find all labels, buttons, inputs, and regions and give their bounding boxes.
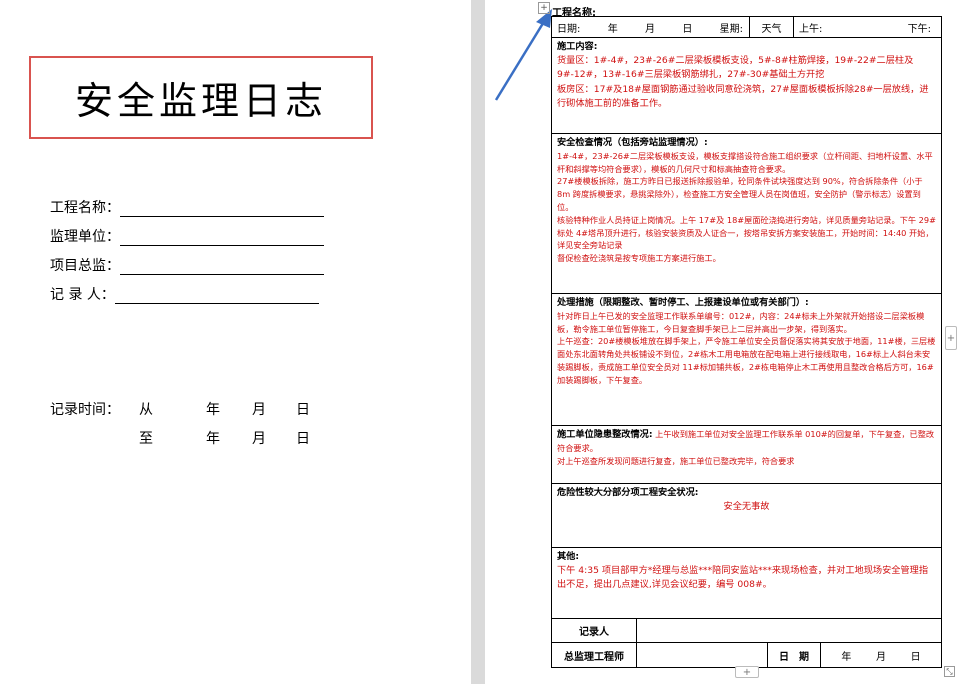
section-other[interactable]: 其他: 下午 4:35 项目部甲方*经理与总监***陪同安监站***来现场检查，… (552, 548, 941, 619)
safety-line: 27#楼模板拆除，施工方昨日已报送拆除报验单，砼同条件试块强度达到 90%，符合… (557, 176, 923, 212)
field-label: 记 录 人： (50, 287, 115, 303)
record-from: 从 (139, 402, 153, 418)
record-day: 日 (296, 431, 310, 447)
section-dangerous-works[interactable]: 危险性较大分部分项工程安全状况: 安全无事故 (552, 484, 941, 548)
record-year: 年 (206, 402, 220, 418)
field-supervision-unit: 监理单位： (50, 226, 324, 246)
cover-title: 安全监理日志 (74, 79, 327, 123)
chief-engineer-label: 总监理工程师 (552, 643, 637, 667)
field-label: 项目总监： (50, 258, 120, 274)
log-table: 日期: 年 月 日 星期: 天气 上午: 下午: 施工内容: 货量区：1#-4#… (551, 16, 942, 668)
field-label: 工程名称： (50, 200, 120, 216)
recorder-field[interactable] (637, 619, 941, 642)
sign-date-field[interactable]: 年 月 日 (821, 643, 941, 667)
chief-engineer-field[interactable] (637, 643, 768, 667)
other-line: 下午 4:35 项目部甲方*经理与总监***陪同安监站***来现场检查，并对工地… (557, 565, 929, 591)
weather-cell: 天气 (749, 17, 793, 37)
safety-line: 督促检查砼浇筑是按专项施工方案进行施工。 (557, 253, 721, 264)
sign-date-label: 日 期 (768, 643, 821, 667)
chief-engineer-row: 总监理工程师 日 期 年 月 日 (552, 643, 941, 667)
recorder-label: 记录人 (552, 619, 637, 642)
record-time-label: 记录时间： (50, 402, 120, 418)
field-blank[interactable] (120, 231, 324, 246)
table-resize-handle-icon[interactable]: ⤡ (944, 666, 955, 677)
record-year: 年 (206, 431, 220, 447)
add-row-icon[interactable]: + (735, 666, 759, 678)
field-label: 监理单位： (50, 229, 120, 245)
construction-line: 板房区：17#及18#屋面钢筋通过验收同意砼浇筑，27#屋面板模板拆除28#一层… (557, 83, 929, 109)
construction-line: 货量区：1#-4#，23#-26#二层梁板模板支设，5#-8#柱筋焊接，19#-… (557, 55, 914, 81)
field-blank[interactable] (120, 202, 324, 217)
dangerous-status: 安全无事故 (723, 501, 770, 513)
annotation-arrow-icon (494, 9, 552, 101)
date-cell[interactable]: 日期: 年 月 日 星期: (552, 17, 749, 37)
field-project-director: 项目总监： (50, 255, 324, 275)
rectification-line: 对上午巡查所发现问题进行复查，施工单位已整改完毕，符合要求 (557, 455, 795, 466)
am-pm-cell[interactable]: 上午: 下午: (793, 17, 941, 37)
cover-page: 安全监理日志 工程名称： 监理单位： 项目总监： 记 录 人： 记录时间： 从 … (0, 0, 471, 684)
section-safety-inspection[interactable]: 安全检查情况（包括旁站监理情况）: 1#-4#，23#-26#二层梁板模板支设，… (552, 134, 941, 294)
safety-line: 核验特种作业人员持证上岗情况。上午 17#及 18#屋面砼浇捣进行旁站，详见质量… (557, 214, 936, 251)
field-project-name: 工程名称： (50, 197, 324, 217)
table-move-handle-icon[interactable]: + (538, 2, 550, 14)
field-recorder: 记 录 人： (50, 284, 319, 304)
record-month: 月 (252, 402, 266, 418)
page-gutter (471, 0, 485, 684)
safety-line: 1#-4#，23#-26#二层梁板模板支设，模板支撑搭设符合施工组织要求（立杆间… (557, 150, 933, 174)
cover-title-box: 安全监理日志 (29, 56, 373, 139)
record-to: 至 (139, 431, 153, 447)
record-day: 日 (296, 402, 310, 418)
section-rectification[interactable]: 施工单位隐患整改情况: 上午收到施工单位对安全监理工作联系单 010#的回复单，… (552, 426, 941, 484)
measures-line: 针对昨日上午已发的安全监理工作联系单编号：012#，内容：24#标未上外架就开始… (557, 310, 925, 334)
recorder-row: 记录人 (552, 619, 941, 643)
add-column-icon[interactable]: + (945, 326, 957, 350)
log-header-row: 日期: 年 月 日 星期: 天气 上午: 下午: (552, 17, 941, 38)
measures-line: 上午巡查：20#楼模板堆放在脚手架上，严令施工单位安全员督促落实将其安放于地面，… (557, 336, 936, 385)
section-construction[interactable]: 施工内容: 货量区：1#-4#，23#-26#二层梁板模板支设，5#-8#柱筋焊… (552, 38, 941, 134)
record-month: 月 (252, 431, 266, 447)
section-measures[interactable]: 处理措施（限期整改、暂时停工、上报建设单位或有关部门）: 针对昨日上午已发的安全… (552, 294, 941, 426)
field-blank[interactable] (120, 260, 324, 275)
field-blank[interactable] (114, 289, 319, 304)
